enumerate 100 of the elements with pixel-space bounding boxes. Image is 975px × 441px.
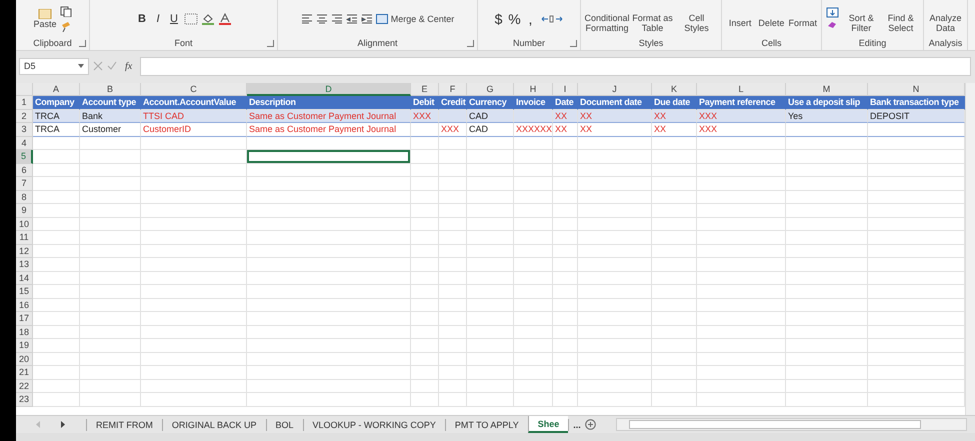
dropdown-caret-icon[interactable] <box>78 64 84 68</box>
dialog-launcher-icon[interactable] <box>79 40 86 47</box>
row-heading[interactable]: 10 <box>16 218 33 231</box>
column-heading[interactable]: I <box>553 83 578 96</box>
row-heading[interactable]: 7 <box>16 177 33 190</box>
formula-input[interactable] <box>140 56 971 76</box>
row-heading[interactable]: 21 <box>16 366 33 380</box>
dialog-launcher-icon[interactable] <box>467 40 474 47</box>
row-heading[interactable]: 17 <box>16 312 33 326</box>
column-heading[interactable]: D <box>247 83 411 96</box>
column-heading[interactable]: A <box>33 83 80 96</box>
table-cell <box>467 258 514 272</box>
column-heading[interactable]: E <box>411 83 439 96</box>
align-right-icon[interactable] <box>330 14 343 24</box>
table-cell <box>33 136 80 150</box>
increase-indent-icon[interactable] <box>360 14 373 24</box>
more-sheets-button[interactable]: ... <box>568 418 585 430</box>
paste-button[interactable]: Paste <box>33 8 56 28</box>
horizontal-scrollbar[interactable] <box>616 418 967 431</box>
insert-function-button[interactable]: fx <box>121 60 136 72</box>
sheet-tab[interactable]: REMIT FROM <box>86 418 162 430</box>
row-heading[interactable]: 15 <box>16 285 33 298</box>
clipboard-icon[interactable] <box>36 8 54 18</box>
ribbon-button[interactable]: Find & Select <box>882 4 919 32</box>
next-sheet-icon[interactable] <box>61 421 66 428</box>
row-heading[interactable]: 9 <box>16 204 33 218</box>
dialog-launcher-icon[interactable] <box>267 40 274 47</box>
column-heading[interactable]: F <box>439 83 467 96</box>
fill-color-icon[interactable] <box>200 12 214 24</box>
row-heading[interactable]: 16 <box>16 298 33 312</box>
bold-button[interactable]: B <box>136 14 148 24</box>
check-icon[interactable] <box>107 61 117 71</box>
row-heading[interactable]: 18 <box>16 326 33 339</box>
column-heading[interactable]: L <box>697 83 786 96</box>
header-cell: Invoice <box>514 96 553 110</box>
number-format-button[interactable]: $ <box>492 14 505 24</box>
row-heading[interactable]: 3 <box>16 123 33 136</box>
column-heading[interactable]: K <box>652 83 697 96</box>
sheet-tab[interactable]: VLOOKUP - WORKING COPY <box>302 418 445 430</box>
analyze-data-button[interactable]: Analyze Data <box>928 4 963 32</box>
italic-button[interactable]: I <box>152 14 164 24</box>
merge-center-button[interactable]: Merge & Center <box>376 14 454 24</box>
align-left-icon[interactable] <box>300 14 313 24</box>
column-heading[interactable]: M <box>786 83 868 96</box>
name-box[interactable]: D5 <box>19 58 89 74</box>
merge-icon[interactable] <box>376 14 388 24</box>
column-heading[interactable]: B <box>80 83 141 96</box>
row-heading[interactable]: 6 <box>16 164 33 177</box>
table-cell <box>514 190 553 204</box>
ribbon-button[interactable]: Cell Styles <box>676 4 717 32</box>
column-heading[interactable]: N <box>868 83 965 96</box>
column-heading[interactable]: H <box>514 83 553 96</box>
ribbon-button[interactable]: Conditional Formatting <box>585 4 629 32</box>
font-color-icon[interactable] <box>218 12 232 24</box>
row-heading[interactable]: 14 <box>16 272 33 285</box>
align-center-icon[interactable] <box>316 14 328 24</box>
decrease-indent-icon[interactable] <box>346 14 358 24</box>
row-heading[interactable]: 13 <box>16 258 33 272</box>
sheet-tab[interactable]: Shee <box>528 416 568 433</box>
sheet-tab[interactable]: ORIGINAL BACK UP <box>162 418 266 430</box>
add-sheet-icon[interactable] <box>584 419 596 430</box>
column-heading[interactable]: J <box>578 83 652 96</box>
table-cell <box>80 272 141 285</box>
row-heading[interactable]: 23 <box>16 393 33 406</box>
table-cell <box>467 366 514 380</box>
table-cell <box>80 339 141 352</box>
ribbon-button[interactable]: Insert <box>726 10 754 28</box>
underline-button[interactable]: U <box>168 14 180 24</box>
number-format-button[interactable]: , <box>524 14 537 24</box>
row-heading[interactable]: 8 <box>16 190 33 204</box>
dialog-launcher-icon[interactable] <box>570 40 577 47</box>
row-heading[interactable]: 2 <box>16 110 33 123</box>
column-heading[interactable]: G <box>467 83 514 96</box>
row-heading[interactable]: 20 <box>16 352 33 366</box>
table-cell: Bank <box>80 110 141 123</box>
format-painter-icon[interactable] <box>60 20 72 32</box>
vertical-scrollbar[interactable] <box>965 83 975 415</box>
ribbon-button[interactable]: Sort & Filter <box>843 4 880 32</box>
ribbon-button[interactable]: Delete <box>757 10 786 28</box>
row-heading[interactable]: 5 <box>16 150 33 164</box>
table-cell: XX <box>553 123 578 136</box>
table-cell <box>467 218 514 231</box>
table-cell <box>411 272 439 285</box>
row-heading[interactable]: 22 <box>16 380 33 393</box>
cell-cursor[interactable] <box>247 150 411 164</box>
row-heading[interactable]: 4 <box>16 136 33 150</box>
column-heading[interactable]: C <box>141 83 247 96</box>
row-heading[interactable]: 1 <box>16 96 33 110</box>
table-cell <box>514 285 553 298</box>
row-heading[interactable]: 12 <box>16 244 33 258</box>
number-format-button[interactable]: % <box>508 14 521 24</box>
borders-icon[interactable] <box>184 12 198 24</box>
ribbon-button[interactable]: Format as Table <box>632 4 673 32</box>
row-heading[interactable]: 19 <box>16 339 33 352</box>
copy-icon[interactable] <box>60 6 72 16</box>
row-heading[interactable]: 11 <box>16 231 33 244</box>
table-cell <box>439 190 467 204</box>
sheet-tab[interactable]: BOL <box>266 418 303 430</box>
ribbon-button[interactable]: Format <box>788 10 817 28</box>
table-cell <box>467 326 514 339</box>
